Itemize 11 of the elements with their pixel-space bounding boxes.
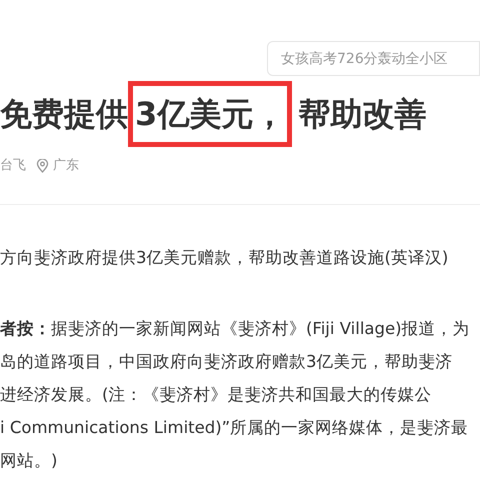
article-title: 免费提供 3亿美元， 帮助改善 xyxy=(0,80,480,148)
body-text-line: 岛的道路项目，中国政府向斐济政府赠款3亿美元，帮助斐济 xyxy=(0,350,454,372)
author-name: 台飞 xyxy=(0,157,26,175)
location-label: 广东 xyxy=(53,157,79,175)
body-text-line: i Communications Limited)”所属的一家网络媒体，是斐济最 xyxy=(0,416,470,438)
body-text-line: 网站。) xyxy=(0,450,58,472)
search-field[interactable]: 女孩高考726分轰动全小区 xyxy=(267,41,480,76)
body-text-line: 方向斐济政府提供3亿美元赠款，帮助改善道路设施(英译汉) xyxy=(0,246,450,268)
body-text-line: 者按：据斐济的一家新闻网站《斐济村》(Fiji Village)报道，为 xyxy=(0,318,471,340)
body-text-line: 进经济发展。(注：《斐济村》是斐济共和国最大的传媒公 xyxy=(0,384,432,406)
location-pin-icon xyxy=(36,158,49,173)
